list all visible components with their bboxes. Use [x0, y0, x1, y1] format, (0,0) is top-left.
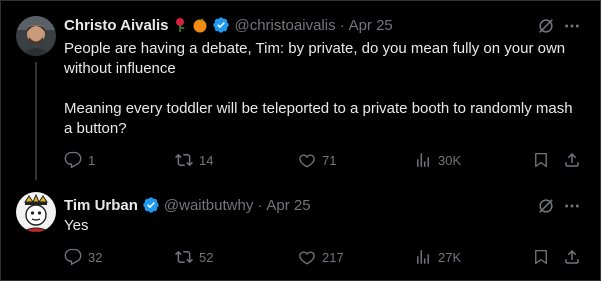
like-button[interactable]: 217 [298, 248, 344, 266]
avatar-christo[interactable] [16, 16, 56, 56]
reply-button[interactable]: 1 [64, 151, 95, 169]
reply-button[interactable]: 32 [64, 248, 102, 266]
reply-count: 32 [88, 249, 103, 265]
orange-emoji-icon [192, 17, 208, 33]
share-icon [565, 152, 579, 167]
like-button[interactable]: 71 [298, 151, 336, 169]
header-separator: · [339, 16, 345, 34]
verified-badge-icon [212, 16, 230, 34]
tweet-header: Christo Aivalis @christoaivalis · Apr 25 [64, 15, 393, 35]
repost-count: 14 [199, 152, 214, 168]
repost-icon [175, 153, 193, 167]
heart-icon [299, 251, 315, 265]
views-button[interactable]: 27K [414, 248, 461, 266]
tweet-text-paragraph-1: People are having a debate, Tim: by priv… [64, 40, 566, 77]
like-count: 71 [322, 152, 337, 168]
bookmark-icon [535, 152, 547, 168]
repost-count: 52 [199, 249, 214, 265]
user-handle[interactable]: @waitbutwhy [164, 197, 253, 214]
rose-emoji-icon [172, 17, 188, 33]
share-button[interactable] [563, 248, 581, 271]
display-name[interactable]: Tim Urban [64, 197, 138, 214]
views-button[interactable]: 30K [414, 151, 461, 169]
views-chart-icon [417, 153, 429, 167]
tweet-tim[interactable]: Tim Urban @waitbutwhy · Apr 25 Yes 32 52… [0, 180, 601, 281]
like-count: 217 [322, 249, 344, 265]
tweet-header: Tim Urban @waitbutwhy · Apr 25 [64, 195, 311, 215]
share-icon [565, 249, 579, 264]
repost-button[interactable]: 52 [175, 248, 213, 266]
grok-icon[interactable] [536, 16, 556, 36]
display-name[interactable]: Christo Aivalis [64, 17, 168, 34]
view-count: 27K [438, 249, 462, 265]
grok-icon[interactable] [536, 196, 556, 216]
verified-badge-icon [142, 196, 160, 214]
reply-icon [64, 151, 82, 169]
more-options-icon[interactable] [562, 16, 582, 36]
tweet-date[interactable]: Apr 25 [266, 197, 310, 214]
tweet-actions: 1 14 71 30K [64, 151, 586, 171]
view-count: 30K [438, 152, 462, 168]
user-handle[interactable]: @christoaivalis [234, 17, 335, 34]
share-button[interactable] [563, 151, 581, 174]
tweet-date[interactable]: Apr 25 [349, 17, 393, 34]
views-chart-icon [417, 250, 429, 264]
reply-icon [64, 248, 82, 266]
bookmark-button[interactable] [532, 248, 550, 271]
thread-connector-line [35, 62, 37, 180]
reply-count: 1 [88, 152, 96, 168]
tweet-text-paragraph-2: Meaning every toddler will be teleported… [64, 100, 573, 137]
avatar-tim[interactable] [16, 192, 56, 232]
bookmark-icon [535, 249, 547, 265]
header-separator: · [257, 196, 263, 214]
tweet-text: Yes [64, 217, 89, 234]
repost-button[interactable]: 14 [175, 151, 213, 169]
bookmark-button[interactable] [532, 151, 550, 174]
repost-icon [175, 250, 193, 264]
more-options-icon[interactable] [562, 196, 582, 216]
tweet-actions: 32 52 217 27K [64, 248, 586, 268]
tweet-christo[interactable]: Christo Aivalis @christoaivalis · Apr 25 [0, 0, 601, 180]
heart-icon [299, 154, 315, 168]
